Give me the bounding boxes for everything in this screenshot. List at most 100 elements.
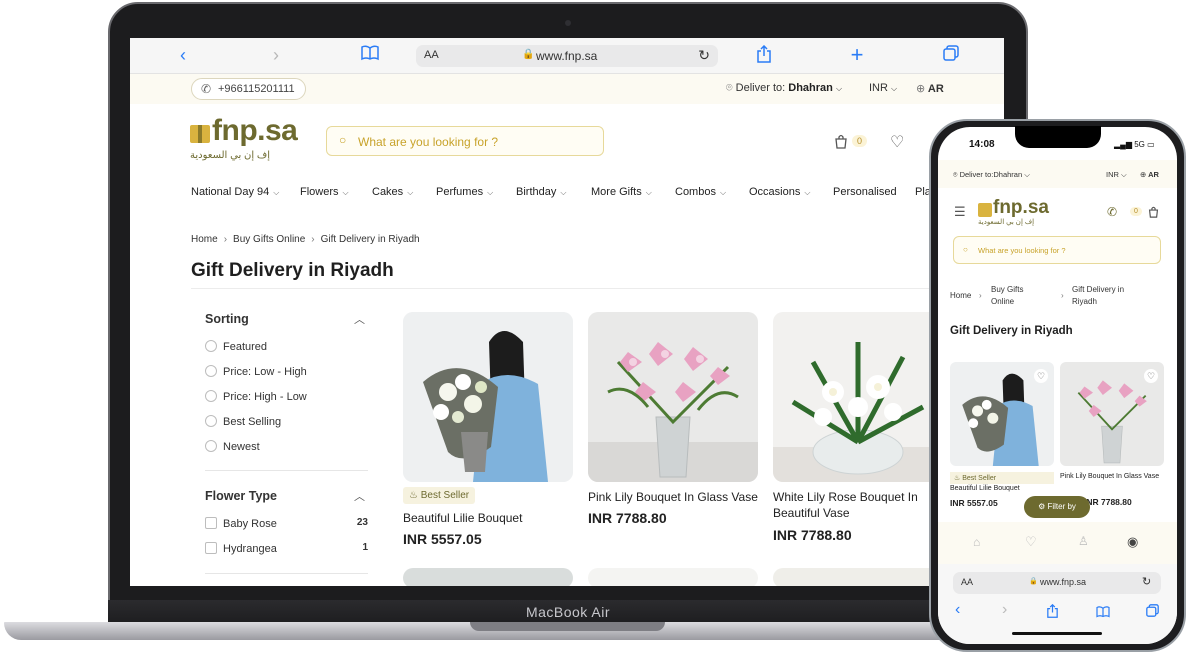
deliver-to-selector[interactable]: ⌾ Deliver to: Dhahran ⌵ [726,82,842,95]
share-icon[interactable] [754,44,774,65]
phone-product-name[interactable]: Pink Lily Bouquet In Glass Vase [1060,472,1164,482]
tabs-icon[interactable] [1146,604,1159,622]
sort-option-featured[interactable]: Featured [205,340,267,353]
back-icon[interactable]: ‹ [173,45,193,65]
flame-icon: ♨ [409,490,418,501]
product-name[interactable]: Pink Lily Bouquet In Glass Vase [588,489,760,505]
nav-item-flowers[interactable]: Flowers ⌵ [300,186,349,198]
share-icon[interactable] [1047,603,1058,623]
filter-option-hydrangea[interactable]: Hydrangea 1 [205,542,368,555]
back-icon[interactable]: ‹ [955,601,960,619]
url-text: www.fnp.sa [536,49,598,63]
nav-item-birthday[interactable]: Birthday ⌵ [516,186,566,198]
product-name[interactable]: White Lily Rose Bouquet In Beautiful Vas… [773,489,945,521]
breadcrumb-current: Gift Delivery in Riyadh [320,234,420,245]
camera-icon [565,20,571,26]
product-image[interactable] [773,568,943,586]
nav-item-combos[interactable]: Combos ⌵ [675,186,726,198]
collapse-sorting-icon[interactable]: ︿ [354,311,365,327]
chevron-down-icon: ⌵ [835,84,843,93]
breadcrumb-home[interactable]: Home [950,291,971,300]
nav-item-perfumes[interactable]: Perfumes ⌵ [436,186,493,198]
search-icon: ○ [339,133,347,147]
product-name[interactable]: Beautiful Lilie Bouquet [403,510,575,526]
breadcrumb-buy-gifts[interactable]: Buy Gifts Online [233,234,305,245]
phone-icon: ✆ [201,82,212,96]
bookmarks-icon[interactable] [360,45,380,65]
forward-icon[interactable]: › [1002,601,1007,619]
nav-item-occasions[interactable]: Occasions ⌵ [749,186,810,198]
phone-currency-selector[interactable]: INR ⌵ [1106,170,1127,180]
nav-item-more-gifts[interactable]: More Gifts ⌵ [591,186,652,198]
currency-selector[interactable]: INR ⌵ [869,82,897,94]
phone-product-price: INR 7788.80 [1084,497,1132,507]
product-image-pink-lily[interactable] [588,312,758,482]
sort-option-price-high-low[interactable]: Price: High - Low [205,390,307,403]
deliver-label: Deliver to: [735,82,786,94]
sort-option-newest[interactable]: Newest [205,440,260,453]
globe-icon: ⊕ [1140,170,1147,179]
whatsapp-icon[interactable]: ◉ [1127,534,1138,550]
bookmarks-icon[interactable] [1096,605,1110,623]
breadcrumb: Home › Buy Gifts Online › Gift Delivery in R… [191,234,420,245]
reload-icon[interactable]: ↻ [1142,575,1151,588]
new-tab-icon[interactable]: + [847,44,867,66]
cart-icon[interactable] [1148,205,1159,223]
chevron-down-icon: ⌵ [560,188,567,197]
logo-arabic-text: إف إن بي السعودية [190,150,271,161]
product-image-white-lily-rose[interactable] [773,312,943,482]
deliver-city: Dhahran [788,82,833,94]
wishlist-heart-icon[interactable]: ♡ [1144,369,1158,383]
product-price: INR 7788.80 [773,527,852,543]
address-bar[interactable]: AA 🔒 www.fnp.sa ↻ [416,45,718,67]
sorting-heading: Sorting [205,312,249,326]
product-image-lilie-bouquet[interactable] [403,312,573,482]
cart-icon[interactable] [834,134,848,153]
top-strip: ✆ +966115201111 ⌾ Deliver to: Dhahran ⌵ … [130,74,1004,104]
reload-icon[interactable]: ↻ [698,47,710,64]
phone-logo-text[interactable]: fnp.sa [993,197,1049,219]
product-image[interactable] [588,568,758,586]
profile-icon[interactable]: ♙ [1078,534,1089,548]
phone-call-icon[interactable]: ✆ [1107,205,1117,219]
filter-option-baby-rose[interactable]: Baby Rose 23 [205,517,368,530]
language-selector[interactable]: ⊕ AR [916,82,944,95]
forward-icon[interactable]: › [266,45,286,65]
option-count: 1 [362,542,368,553]
phone-deliver-to-selector[interactable]: ⌾ Deliver to:Dhahran ⌵ [953,170,1030,180]
browser-toolbar: ‹ › AA 🔒 www.fnp.sa ↻ + [130,38,1004,74]
breadcrumb-home[interactable]: Home [191,234,218,245]
checkbox [205,542,217,554]
filter-by-button[interactable]: ⚙ Filter by [1024,496,1090,518]
tabs-icon[interactable] [941,45,961,65]
phone-product-price: INR 5557.05 [950,498,998,508]
phone-search-input[interactable]: ○ What are you looking for ? [953,236,1161,264]
wishlist-icon[interactable]: ♡ [1025,534,1037,550]
nav-item-national-day[interactable]: National Day 94 ⌵ [191,186,279,198]
sort-option-price-low-high[interactable]: Price: Low - High [205,365,307,378]
text-size-button[interactable]: AA [424,49,439,61]
wishlist-icon[interactable]: ♡ [890,132,904,152]
home-icon[interactable]: ⌂ [973,535,980,549]
phone-contact-button[interactable]: ✆ +966115201111 [191,78,306,100]
search-input[interactable]: ○ What are you looking for ? [326,126,604,156]
phone-address-bar[interactable]: AA 🔒 www.fnp.sa ↻ [953,572,1161,594]
text-size-button[interactable]: AA [961,577,973,587]
phone-product-name[interactable]: Beautiful Lilie Bouquet [950,485,1020,492]
laptop-brand-label: MacBook Air [525,604,611,620]
product-image[interactable] [403,568,573,586]
divider [205,573,368,574]
breadcrumb-buy-gifts[interactable]: Buy Gifts Online [991,284,1043,308]
sort-option-best-selling[interactable]: Best Selling [205,415,281,428]
phone-language-selector[interactable]: ⊕ AR [1140,170,1159,179]
gift-logo-icon [190,125,210,143]
chevron-down-icon: ⌵ [487,188,494,197]
search-placeholder: What are you looking for ? [358,135,499,149]
nav-item-cakes[interactable]: Cakes ⌵ [372,186,413,198]
nav-item-personalised[interactable]: Personalised [833,186,897,198]
hamburger-menu-icon[interactable]: ☰ [954,204,966,220]
collapse-flower-type-icon[interactable]: ︿ [354,488,365,504]
wishlist-heart-icon[interactable]: ♡ [1034,369,1048,383]
radio-button [205,390,217,402]
currency-value: INR [1106,170,1119,179]
